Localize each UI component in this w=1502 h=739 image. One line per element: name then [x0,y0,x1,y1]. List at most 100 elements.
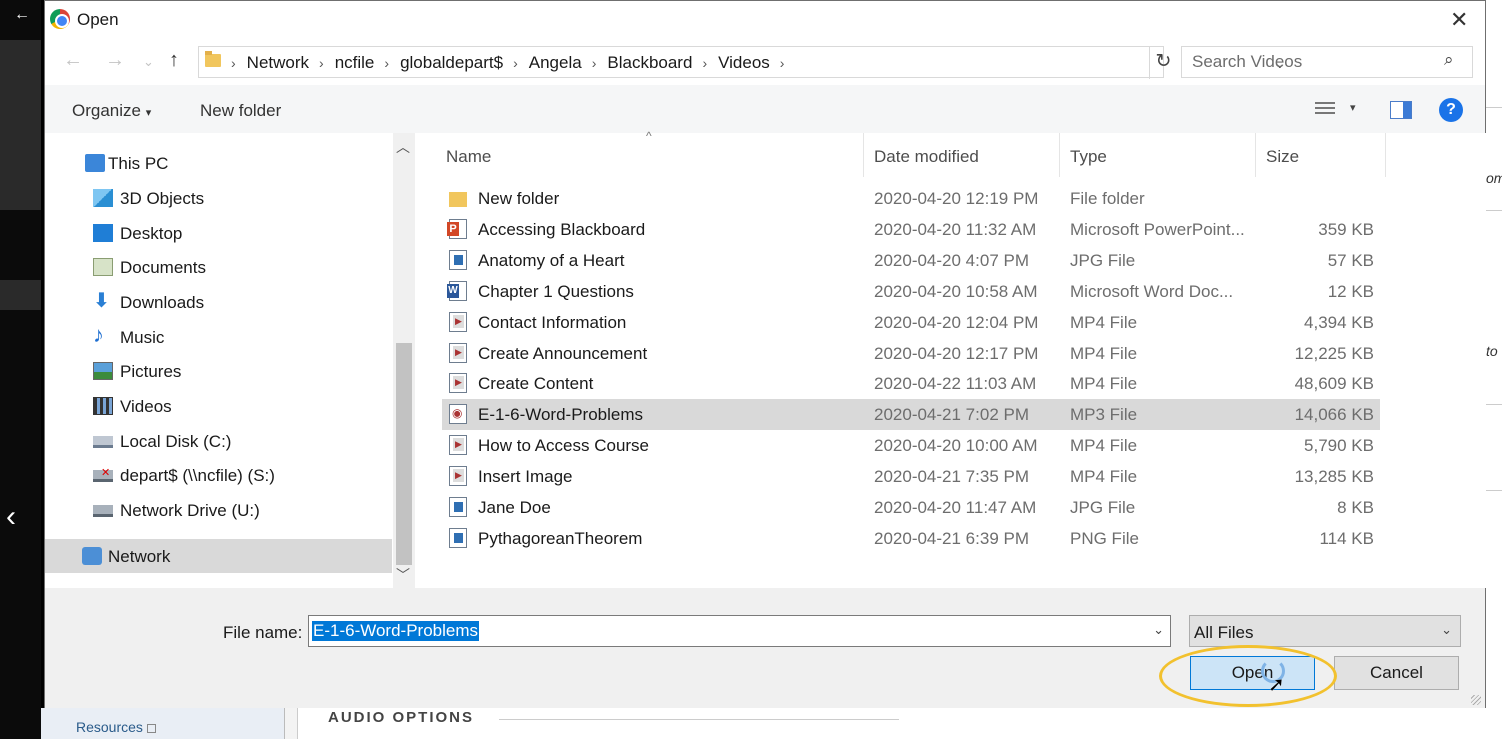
cancel-button[interactable]: Cancel [1334,656,1459,690]
nav-item[interactable]: Network [45,539,392,573]
file-row[interactable]: How to Access Course 2020-04-20 10:00 AM M… [442,430,1380,461]
background-band [0,280,41,310]
breadcrumb-separator-icon[interactable]: › [513,55,518,71]
nav-item-label: Videos [120,397,172,416]
file-row[interactable]: Anatomy of a Heart 2020-04-20 4:07 PM JPG … [442,245,1380,276]
breadcrumb-separator-icon[interactable]: › [319,55,324,71]
preview-pane-icon[interactable] [1390,101,1412,119]
recent-locations-chevron-icon[interactable]: ⌄ [143,54,154,70]
nav-item[interactable]: Videos [45,389,392,423]
nav-item[interactable]: Pictures [45,354,392,388]
file-name-combobox[interactable]: E-1-6-Word-Problems ⌄ [308,615,1171,647]
scroll-up-icon[interactable]: ︿ [396,137,410,157]
sort-ascending-icon: ^ [646,129,652,143]
nav-item[interactable]: depart$ (\\ncfile) (S:) [45,458,392,492]
file-row[interactable]: Jane Doe 2020-04-20 11:47 AM JPG File 8 KB [442,492,1380,523]
nav-item[interactable]: ⬇ Downloads [45,285,392,319]
view-options-chevron-icon[interactable]: ▾ [1350,101,1356,114]
network-icon [82,547,102,565]
navigation-scrollbar[interactable]: ︿ ﹀ [393,133,415,588]
search-icon[interactable]: ⌕ [1444,50,1454,70]
nav-item[interactable]: Local Disk (C:) [45,424,392,458]
breadcrumb-separator-icon[interactable]: › [702,55,707,71]
nav-item[interactable]: 3D Objects [45,181,392,215]
file-type-select[interactable]: All Files ⌄ [1189,615,1461,647]
file-size-cell: 48,609 KB [1294,374,1374,394]
search-box[interactable]: ⌕ [1181,46,1473,78]
nav-item[interactable]: Documents [45,250,392,284]
back-arrow-icon[interactable]: ← [14,6,30,24]
file-size-cell: 12 KB [1327,281,1374,301]
resources-link[interactable]: Resources [76,719,156,735]
scrollbar-thumb[interactable] [396,343,412,565]
file-name-cell: Insert Image [478,467,573,487]
breadcrumb-separator-icon[interactable]: › [780,55,785,71]
scroll-down-icon[interactable]: ﹀ [396,565,410,585]
address-bar[interactable]: › Network › ncfile › globaldepart$ › Angela › Bla… [198,46,1286,79]
open-button[interactable]: Open [1190,656,1315,690]
breadcrumb-item[interactable]: Network [247,53,309,73]
resize-grip-icon[interactable] [1471,695,1481,705]
file-type-dropdown-icon[interactable]: ⌄ [1441,622,1452,638]
file-type-cell: MP3 File [1070,405,1138,425]
dialog-title: Open [77,10,119,29]
breadcrumb: › Network › ncfile › globaldepart$ › Angela › Bla… [231,53,795,73]
column-header-name[interactable]: Name ^ [416,129,864,177]
nav-item-label: Pictures [120,362,182,381]
file-name-input[interactable]: E-1-6-Word-Problems [312,621,480,641]
background-divider [1486,404,1502,405]
up-folder-icon[interactable]: ↑ [169,49,179,72]
breadcrumb-item[interactable]: globaldepart$ [400,53,503,73]
breadcrumb-item[interactable]: ncfile [335,53,375,73]
nav-item-label: Downloads [120,293,205,312]
close-icon[interactable]: ✕ [1450,7,1468,33]
file-date-cell: 2020-04-20 11:32 AM [874,219,1037,239]
file-row[interactable]: Contact Information 2020-04-20 12:04 PM MP… [442,307,1380,338]
details-view-icon[interactable] [1315,99,1335,117]
file-row[interactable]: Create Announcement 2020-04-20 12:17 PM MP… [442,338,1380,369]
video-file-icon [449,435,467,456]
breadcrumb-item[interactable]: Angela [529,53,582,73]
file-name-cell: E-1-6-Word-Problems [478,405,644,425]
file-size-cell: 12,225 KB [1294,343,1374,363]
breadcrumb-item[interactable]: Blackboard [607,53,692,73]
organize-button[interactable]: Organize ▾ [72,101,151,121]
file-row[interactable]: Chapter 1 Questions 2020-04-20 10:58 AM Mi… [442,276,1380,307]
background-text-fragment: to [1486,343,1498,359]
file-row[interactable]: New folder 2020-04-20 12:19 PM File folder [442,183,1380,214]
file-type-cell: JPG File [1070,250,1136,270]
nav-item[interactable]: ♪ Music [45,320,392,354]
forward-icon[interactable]: → [105,49,125,72]
file-row[interactable]: Insert Image 2020-04-21 7:35 PM MP4 File 13… [442,461,1380,492]
column-header-size[interactable]: Size [1256,133,1386,177]
file-row[interactable]: PythagoreanTheorem 2020-04-21 6:39 PM PNG … [442,523,1380,554]
back-icon[interactable]: ← [63,49,83,72]
background-text-fragment: om [1486,170,1502,186]
new-folder-button[interactable]: New folder [200,101,281,121]
file-row[interactable]: Accessing Blackboard 2020-04-20 11:32 AM M… [442,214,1380,245]
nav-item[interactable]: Network Drive (U:) [45,493,392,527]
breadcrumb-separator-icon[interactable]: › [384,55,389,71]
file-name-dropdown-icon[interactable]: ⌄ [1153,622,1164,638]
file-date-cell: 2020-04-21 7:35 PM [874,467,1029,487]
nav-item-label: Desktop [120,224,183,243]
breadcrumb-separator-icon[interactable]: › [592,55,597,71]
search-input[interactable] [1182,47,1432,77]
help-icon[interactable]: ? [1439,98,1463,122]
refresh-icon[interactable]: ↻ [1149,47,1177,79]
file-row[interactable]: Create Content 2020-04-22 11:03 AM MP4 Fil… [442,368,1380,399]
file-row[interactable]: E-1-6-Word-Problems 2020-04-21 7:02 PM MP3… [442,399,1380,431]
column-date-label: Date modified [874,147,979,166]
column-header-date[interactable]: Date modified [864,133,1060,177]
background-divider [1486,490,1502,491]
column-header-type[interactable]: Type [1060,133,1256,177]
chrome-logo-icon [50,9,70,29]
nav-item[interactable]: Desktop [45,216,392,250]
breadcrumb-item[interactable]: Videos [718,53,770,73]
navigation-row: ← → ⌄ ↑ › Network › ncfile › globaldepart$ › An… [45,39,1485,85]
chevron-left-icon[interactable]: ‹ [6,500,16,534]
file-name-cell: How to Access Course [478,436,650,456]
breadcrumb-separator-icon[interactable]: › [231,55,236,71]
desktop-icon [93,224,113,242]
nav-item[interactable]: This PC [45,146,392,180]
